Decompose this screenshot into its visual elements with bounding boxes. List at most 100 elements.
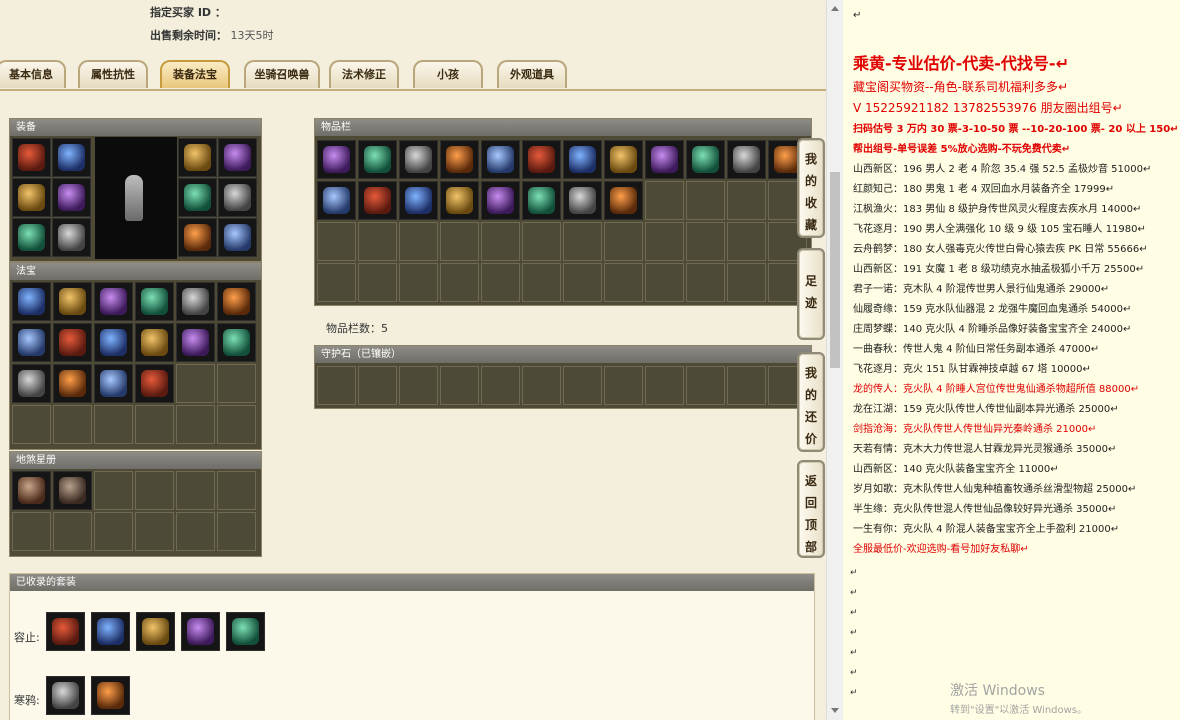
item-slot[interactable] [317, 366, 356, 405]
item-slot[interactable] [399, 366, 438, 405]
item-slot[interactable] [53, 323, 92, 362]
item-slot[interactable] [604, 181, 643, 220]
item-slot[interactable] [727, 366, 766, 405]
item-slot[interactable] [176, 471, 215, 510]
item-slot[interactable] [604, 263, 643, 302]
item-slot[interactable] [317, 140, 356, 179]
item-slot[interactable] [563, 140, 602, 179]
vertical-scrollbar[interactable] [826, 0, 843, 720]
tab-appearance[interactable]: 外观道具 [497, 60, 567, 88]
item-slot[interactable] [317, 222, 356, 261]
item-slot[interactable] [176, 364, 215, 403]
item-slot[interactable] [399, 140, 438, 179]
item-slot[interactable] [226, 612, 265, 651]
item-slot[interactable] [94, 512, 133, 551]
side-tab-my-offers[interactable]: 我的还价 [797, 352, 825, 452]
item-slot[interactable] [686, 222, 725, 261]
item-slot[interactable] [604, 140, 643, 179]
item-slot[interactable] [178, 138, 217, 177]
item-slot[interactable] [176, 323, 215, 362]
item-slot[interactable] [52, 218, 91, 257]
item-slot[interactable] [563, 366, 602, 405]
item-slot[interactable] [563, 222, 602, 261]
item-slot[interactable] [358, 366, 397, 405]
item-slot[interactable] [217, 282, 256, 321]
tab-attributes[interactable]: 属性抗性 [78, 60, 148, 88]
item-slot[interactable] [686, 140, 725, 179]
item-slot[interactable] [399, 263, 438, 302]
item-slot[interactable] [178, 218, 217, 257]
item-slot[interactable] [53, 512, 92, 551]
item-slot[interactable] [217, 512, 256, 551]
tab-child[interactable]: 小孩 [413, 60, 483, 88]
item-slot[interactable] [727, 263, 766, 302]
item-slot[interactable] [46, 676, 85, 715]
item-slot[interactable] [12, 138, 51, 177]
item-slot[interactable] [645, 263, 684, 302]
item-slot[interactable] [12, 364, 51, 403]
item-slot[interactable] [12, 218, 51, 257]
item-slot[interactable] [358, 222, 397, 261]
item-slot[interactable] [481, 263, 520, 302]
item-slot[interactable] [46, 612, 85, 651]
item-slot[interactable] [522, 181, 561, 220]
tab-equipment[interactable]: 装备法宝 [160, 60, 230, 88]
item-slot[interactable] [176, 512, 215, 551]
item-slot[interactable] [440, 263, 479, 302]
item-slot[interactable] [317, 181, 356, 220]
item-slot[interactable] [218, 178, 257, 217]
item-slot[interactable] [563, 263, 602, 302]
item-slot[interactable] [481, 140, 520, 179]
item-slot[interactable] [522, 263, 561, 302]
item-slot[interactable] [136, 612, 175, 651]
item-slot[interactable] [181, 612, 220, 651]
scroll-up-arrow-icon[interactable] [831, 6, 839, 11]
item-slot[interactable] [481, 366, 520, 405]
item-slot[interactable] [52, 178, 91, 217]
side-tab-favorites[interactable]: 我的收藏 [797, 138, 825, 238]
item-slot[interactable] [440, 222, 479, 261]
item-slot[interactable] [12, 405, 51, 444]
item-slot[interactable] [317, 263, 356, 302]
item-slot[interactable] [358, 263, 397, 302]
side-tab-history[interactable]: 足迹 [797, 248, 825, 340]
item-slot[interactable] [53, 405, 92, 444]
tab-mounts-pets[interactable]: 坐骑召唤兽 [244, 60, 320, 88]
item-slot[interactable] [176, 282, 215, 321]
item-slot[interactable] [12, 471, 51, 510]
item-slot[interactable] [563, 181, 602, 220]
item-slot[interactable] [135, 282, 174, 321]
item-slot[interactable] [94, 405, 133, 444]
item-slot[interactable] [727, 181, 766, 220]
item-slot[interactable] [53, 282, 92, 321]
item-slot[interactable] [522, 222, 561, 261]
item-slot[interactable] [440, 181, 479, 220]
item-slot[interactable] [91, 676, 130, 715]
item-slot[interactable] [94, 471, 133, 510]
item-slot[interactable] [135, 364, 174, 403]
item-slot[interactable] [604, 222, 643, 261]
tab-basic-info[interactable]: 基本信息 [0, 60, 66, 88]
item-slot[interactable] [12, 323, 51, 362]
item-slot[interactable] [94, 364, 133, 403]
item-slot[interactable] [12, 512, 51, 551]
item-slot[interactable] [53, 471, 92, 510]
item-slot[interactable] [645, 222, 684, 261]
item-slot[interactable] [94, 323, 133, 362]
item-slot[interactable] [94, 282, 133, 321]
item-slot[interactable] [217, 323, 256, 362]
item-slot[interactable] [645, 140, 684, 179]
item-slot[interactable] [176, 405, 215, 444]
item-slot[interactable] [91, 612, 130, 651]
item-slot[interactable] [686, 366, 725, 405]
item-slot[interactable] [481, 181, 520, 220]
item-slot[interactable] [217, 471, 256, 510]
item-slot[interactable] [440, 366, 479, 405]
item-slot[interactable] [218, 218, 257, 257]
item-slot[interactable] [52, 138, 91, 177]
item-slot[interactable] [12, 282, 51, 321]
item-slot[interactable] [604, 366, 643, 405]
item-slot[interactable] [727, 140, 766, 179]
item-slot[interactable] [645, 366, 684, 405]
item-slot[interactable] [217, 364, 256, 403]
